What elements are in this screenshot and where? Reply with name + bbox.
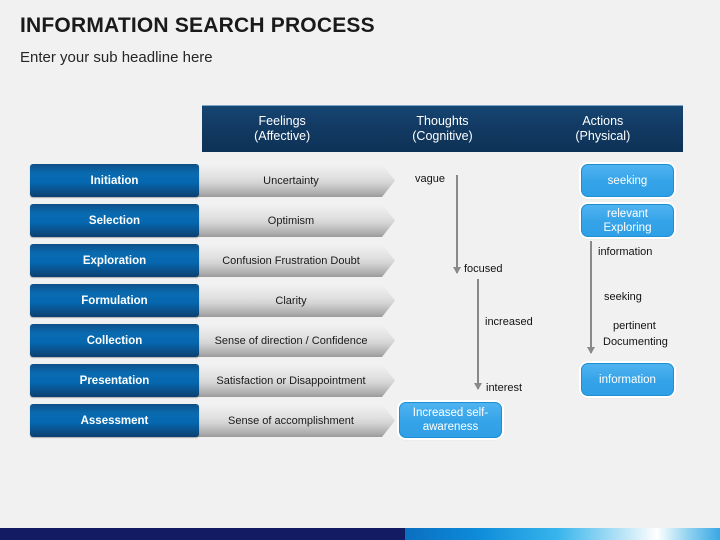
bottom-strip-navy-segment [0,528,405,540]
process-row[interactable]: Formulation Clarity [30,284,395,317]
column-header-thoughts-name: Thoughts [416,114,469,128]
process-row[interactable]: Presentation Satisfaction or Disappointm… [30,364,395,397]
feeling-label-formulation: Clarity [197,284,395,317]
process-row[interactable]: Exploration Confusion Frustration Doubt [30,244,395,277]
thoughts-label-increased: increased [485,316,533,328]
stage-label-presentation[interactable]: Presentation [30,364,199,397]
actions-label-seeking: seeking [604,291,642,303]
process-row[interactable]: Selection Optimism [30,204,395,237]
feeling-label-selection: Optimism [197,204,395,237]
arrow-shaft [456,175,458,273]
stage-label-initiation[interactable]: Initiation [30,164,199,197]
column-header-actions: Actions (Physical) [523,114,683,144]
feeling-label-assessment: Sense of accomplishment [197,404,395,437]
column-header-thoughts: Thoughts (Cognitive) [362,114,522,144]
process-row[interactable]: Assessment Sense of accomplishment [30,404,395,437]
stage-label-collection[interactable]: Collection [30,324,199,357]
column-header-feelings-qualifier: (Affective) [254,129,311,143]
column-header-thoughts-qualifier: (Cognitive) [412,129,473,143]
process-stage-list: Initiation Uncertainty Selection Optimis… [30,164,395,444]
bottom-decorative-strip [0,528,720,540]
process-row[interactable]: Collection Sense of direction / Confiden… [30,324,395,357]
feeling-label-exploration: Confusion Frustration Doubt [197,244,395,277]
arrow-head-icon [587,347,595,354]
arrow-shaft [590,241,592,353]
column-header-actions-name: Actions [582,114,624,128]
action-box-information[interactable]: information [581,363,674,396]
arrow-head-icon [453,267,461,274]
arrow-head-icon [474,383,482,390]
process-row[interactable]: Initiation Uncertainty [30,164,395,197]
feeling-label-presentation: Satisfaction or Disappointment [197,364,395,397]
stage-label-selection[interactable]: Selection [30,204,199,237]
stage-label-assessment[interactable]: Assessment [30,404,199,437]
arrow-shaft [477,279,479,389]
page-subtitle: Enter your sub headline here [20,49,213,66]
actions-label-information: information [598,246,653,258]
page-title: INFORMATION SEARCH PROCESS [20,14,375,37]
column-header-bar: Feelings (Affective) Thoughts (Cognitive… [202,105,683,152]
action-box-seeking[interactable]: seeking [581,164,674,197]
stage-label-exploration[interactable]: Exploration [30,244,199,277]
callout-increased-self-awareness[interactable]: Increased self-awareness [399,402,502,438]
thoughts-label-interest: interest [486,382,523,394]
feeling-label-initiation: Uncertainty [197,164,395,197]
column-header-actions-qualifier: (Physical) [575,129,631,143]
actions-label-pertinent: pertinent [613,320,656,332]
thoughts-label-focused: focused [464,263,503,275]
actions-label-documenting: Documenting [603,336,668,348]
stage-label-formulation[interactable]: Formulation [30,284,199,317]
bottom-strip-gradient-segment [405,528,720,540]
action-box-relevant-exploring[interactable]: relevant Exploring [581,204,674,237]
feeling-label-collection: Sense of direction / Confidence [197,324,395,357]
column-header-feelings-name: Feelings [258,114,306,128]
thoughts-label-vague: vague [415,173,445,185]
column-header-feelings: Feelings (Affective) [202,114,362,144]
